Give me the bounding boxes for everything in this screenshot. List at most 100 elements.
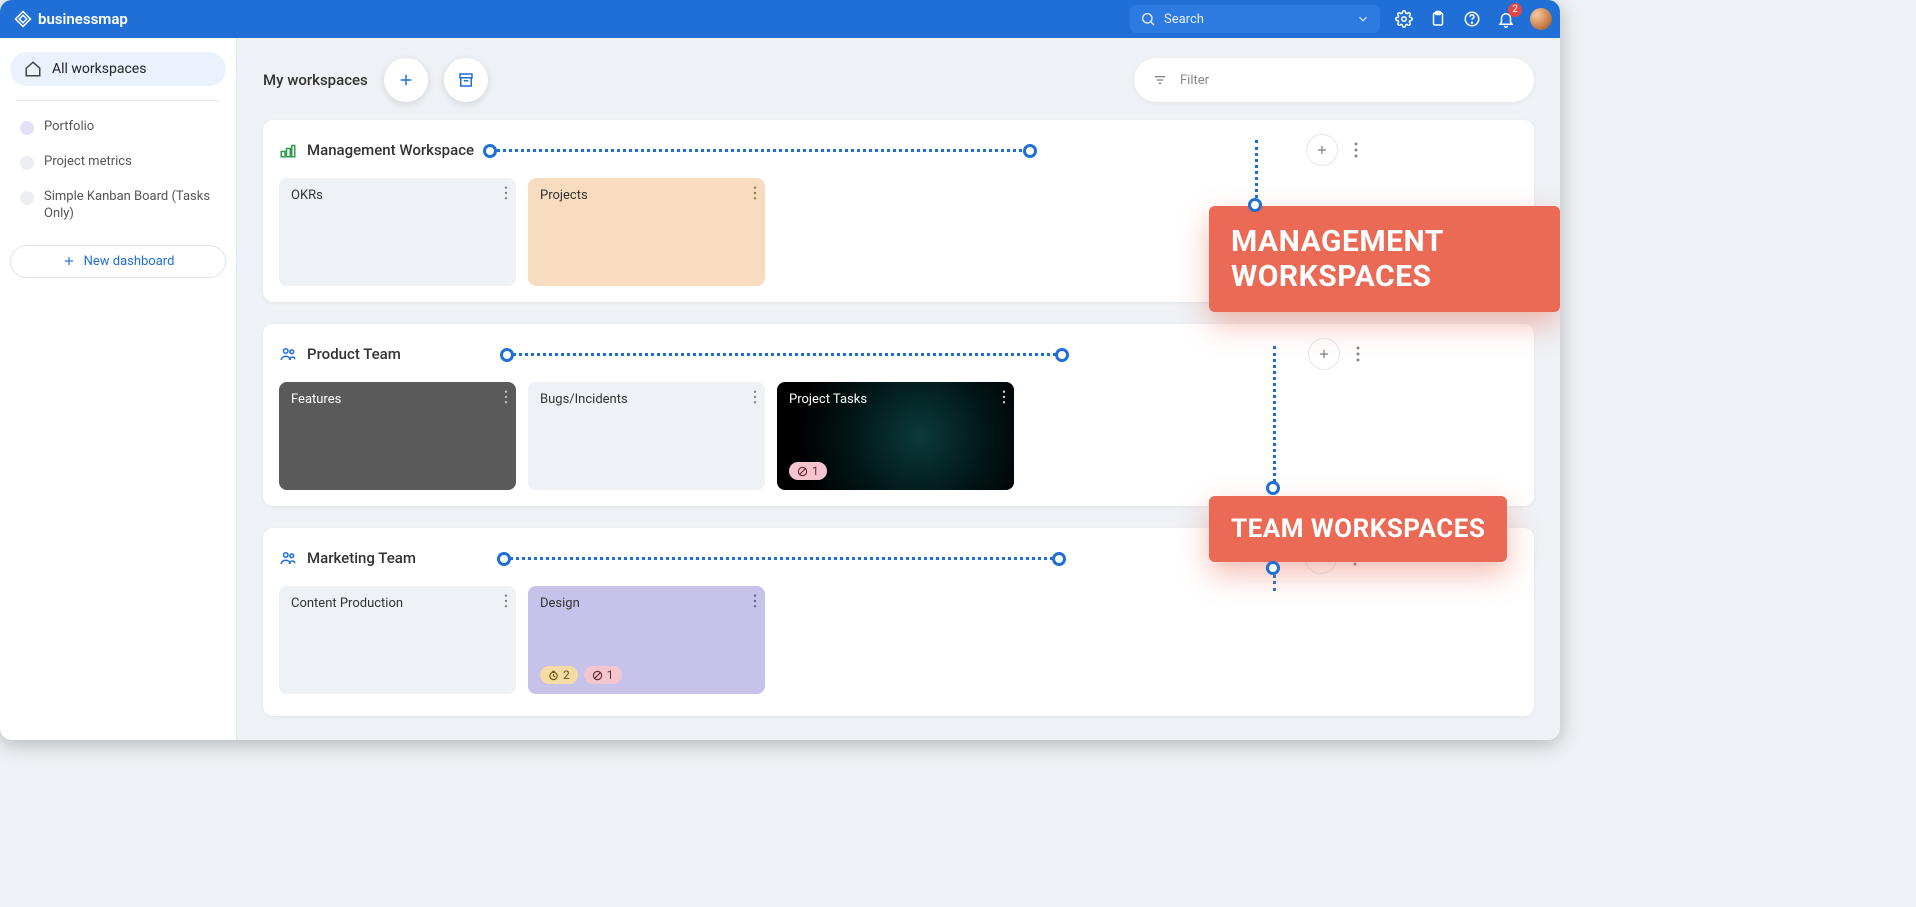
help-button[interactable] (1462, 9, 1482, 29)
blocked-badge: 1 (789, 462, 827, 480)
callout-text: TEAM WORKSPACES (1231, 514, 1485, 544)
sidebar-item-label: Portfolio (44, 119, 94, 136)
more-vertical-icon (504, 186, 508, 200)
board-more-button[interactable] (753, 390, 757, 404)
org-icon (279, 141, 297, 159)
all-workspaces-link[interactable]: All workspaces (10, 52, 226, 86)
global-search[interactable]: Search (1130, 5, 1380, 33)
board-title: Projects (540, 188, 753, 203)
connector-line (507, 353, 1062, 356)
board-content-production[interactable]: Content Production (279, 586, 516, 694)
block-icon (592, 670, 603, 681)
board-projects[interactable]: Projects (528, 178, 765, 286)
archive-icon (457, 71, 475, 89)
help-icon (1463, 10, 1481, 28)
workspace-title[interactable]: Product Team (307, 345, 401, 363)
board-bugs-incidents[interactable]: Bugs/Incidents (528, 382, 765, 490)
connector-line (504, 557, 1059, 560)
workspace-product-team: Product Team (263, 324, 1534, 506)
more-vertical-icon (1354, 142, 1358, 158)
divider (16, 100, 220, 101)
sidebar-item-label: Simple Kanban Board (Tasks Only) (44, 189, 216, 223)
board-okrs[interactable]: OKRs (279, 178, 516, 286)
main-header: My workspaces Filter (263, 58, 1534, 102)
board-design[interactable]: Design 2 1 (528, 586, 765, 694)
more-vertical-icon (753, 390, 757, 404)
more-vertical-icon (753, 186, 757, 200)
add-board-button[interactable] (1308, 338, 1340, 370)
workspace-more-button[interactable] (1348, 136, 1364, 164)
main-content: My workspaces Filter Manage (237, 38, 1560, 740)
board-title: Design (540, 596, 753, 611)
plus-icon (62, 254, 76, 268)
new-dashboard-label: New dashboard (84, 254, 175, 269)
board-more-button[interactable] (504, 186, 508, 200)
team-icon (279, 549, 297, 567)
block-icon (797, 466, 808, 477)
archive-button[interactable] (444, 58, 488, 102)
board-more-button[interactable] (504, 390, 508, 404)
connector-ring (1266, 481, 1280, 495)
board-features[interactable]: Features (279, 382, 516, 490)
chevron-down-icon (1356, 12, 1370, 26)
board-more-button[interactable] (1002, 390, 1006, 404)
page-title: My workspaces (263, 71, 368, 89)
plus-icon (397, 71, 415, 89)
board-more-button[interactable] (504, 594, 508, 608)
more-vertical-icon (753, 594, 757, 608)
team-icon (279, 345, 297, 363)
app-frame: businessmap Search 2 (0, 0, 1560, 740)
filter-placeholder: Filter (1180, 73, 1209, 88)
brand[interactable]: businessmap (14, 10, 128, 28)
dot-icon (20, 121, 34, 135)
board-more-button[interactable] (753, 186, 757, 200)
board-title: Project Tasks (789, 392, 1002, 407)
connector-ring (1266, 561, 1280, 575)
topbar: businessmap Search 2 (0, 0, 1560, 38)
notification-badge: 2 (1508, 3, 1522, 17)
more-vertical-icon (504, 594, 508, 608)
connector-ring (1248, 198, 1262, 212)
new-dashboard-button[interactable]: New dashboard (10, 245, 226, 278)
badge-count: 1 (607, 668, 614, 682)
home-icon (24, 60, 42, 78)
workspace-more-button[interactable] (1350, 340, 1366, 368)
sidebar-item-simple-kanban[interactable]: Simple Kanban Board (Tasks Only) (10, 183, 226, 229)
clipboard-button[interactable] (1428, 9, 1448, 29)
board-project-tasks[interactable]: Project Tasks 1 (777, 382, 1014, 490)
notifications-button[interactable]: 2 (1496, 9, 1516, 29)
board-title: OKRs (291, 188, 504, 203)
callout-text: MANAGEMENT WORKSPACES (1231, 224, 1443, 294)
brand-text: businessmap (38, 10, 128, 28)
callout-team-workspaces: TEAM WORKSPACES (1209, 496, 1507, 562)
badge-count: 2 (563, 668, 570, 682)
board-more-button[interactable] (753, 594, 757, 608)
dot-icon (20, 191, 34, 205)
workspace-title[interactable]: Management Workspace (307, 141, 474, 159)
filter-icon (1152, 72, 1168, 88)
more-vertical-icon (1356, 346, 1360, 362)
gear-icon (1395, 10, 1413, 28)
sidebar: All workspaces Portfolio Project metrics… (0, 38, 237, 740)
callout-management-workspaces: MANAGEMENT WORKSPACES (1209, 206, 1560, 312)
more-vertical-icon (1002, 390, 1006, 404)
board-title: Features (291, 392, 504, 407)
settings-button[interactable] (1394, 9, 1414, 29)
dot-icon (20, 156, 34, 170)
sidebar-item-portfolio[interactable]: Portfolio (10, 113, 226, 142)
board-title: Bugs/Incidents (540, 392, 753, 407)
search-placeholder: Search (1164, 12, 1204, 27)
filter-input[interactable]: Filter (1134, 58, 1534, 102)
sidebar-item-project-metrics[interactable]: Project metrics (10, 148, 226, 177)
topbar-actions: 2 (1394, 8, 1552, 30)
clock-icon (548, 670, 559, 681)
more-vertical-icon (504, 390, 508, 404)
add-board-button[interactable] (1306, 134, 1338, 166)
workspace-title[interactable]: Marketing Team (307, 549, 416, 567)
overdue-badge: 2 (540, 666, 578, 684)
all-workspaces-label: All workspaces (52, 61, 146, 77)
badge-count: 1 (812, 464, 819, 478)
clipboard-icon (1429, 10, 1447, 28)
user-avatar[interactable] (1530, 8, 1552, 30)
add-workspace-button[interactable] (384, 58, 428, 102)
